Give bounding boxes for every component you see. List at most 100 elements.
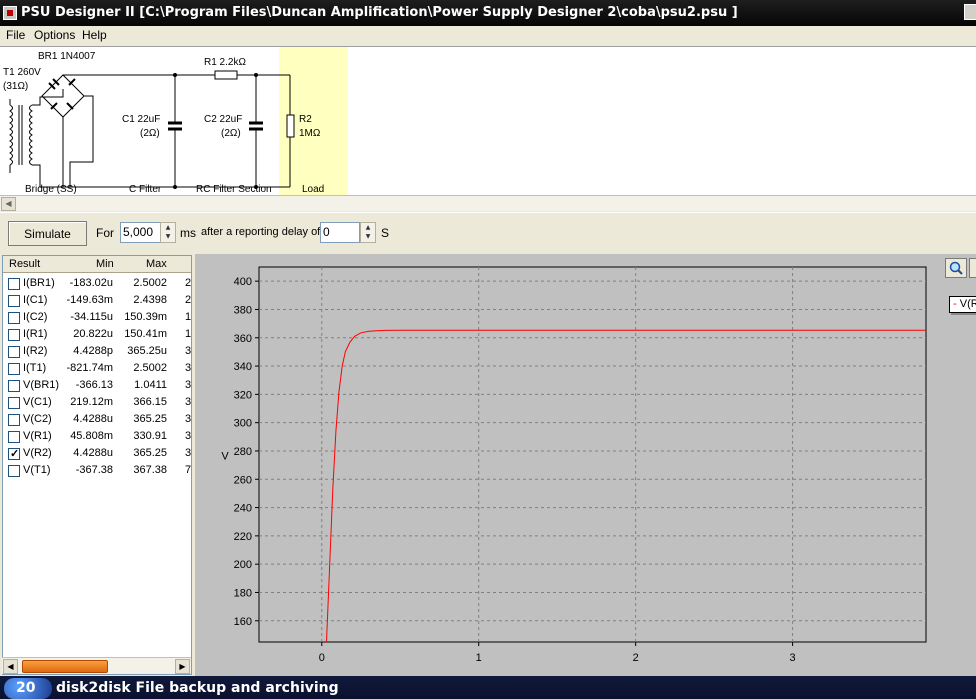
spin-down-icon[interactable]: ▼ [161, 232, 175, 241]
result-name: I(C2) [23, 311, 48, 323]
menu-options[interactable]: Options [34, 28, 75, 42]
result-row[interactable]: I(R2) 4.4288p 365.25u 36 [3, 343, 191, 360]
results-list[interactable]: Result Min Max I(BR1) -183.02u 2.5002 2 I(C1… [2, 255, 192, 675]
result-extra: 3 [185, 447, 192, 459]
result-row[interactable]: V(R1) 45.808m 330.91 3 [3, 428, 192, 445]
y-axis-label: V [221, 451, 229, 463]
window-control-button[interactable] [964, 4, 976, 20]
result-max: 150.41m [124, 328, 167, 340]
y-tick-label: 260 [234, 474, 252, 486]
result-row[interactable]: V(T1) -367.38 367.38 7 [3, 462, 192, 479]
result-checkbox[interactable] [8, 312, 20, 324]
delay-spinner[interactable]: ▲ ▼ [360, 222, 376, 243]
simulation-toolbar: Simulate For 5,000 ▲ ▼ ms after a reporti… [0, 212, 976, 252]
result-min: -149.63m [66, 294, 113, 306]
result-checkbox[interactable] [8, 329, 20, 341]
result-row[interactable]: V(BR1) -366.13 1.0411 3 [3, 377, 192, 394]
result-min: 45.808m [70, 430, 113, 442]
scroll-thumb[interactable] [22, 660, 108, 673]
result-extra: 7 [185, 464, 192, 476]
result-checkbox[interactable] [8, 363, 20, 375]
y-tick-label: 320 [234, 389, 252, 401]
menu-help[interactable]: Help [82, 28, 107, 42]
br1-label: BR1 1N4007 [38, 51, 96, 62]
scroll-right-icon[interactable]: ▶ [175, 659, 190, 674]
result-extra: 3 [185, 413, 192, 425]
results-scrollbar[interactable]: ◀ ▶ [2, 657, 191, 674]
result-checkbox[interactable] [8, 397, 20, 409]
result-name: I(R1) [23, 328, 48, 340]
window-title: PSU Designer II [C:\Program Files\Duncan… [21, 5, 738, 20]
result-row[interactable]: V(C2) 4.4288u 365.25 3 [3, 411, 192, 428]
app-logo[interactable]: 20 [4, 678, 52, 699]
result-checkbox[interactable] [8, 346, 20, 358]
result-row[interactable]: I(BR1) -183.02u 2.5002 2 [3, 275, 191, 292]
result-checkbox[interactable] [8, 431, 20, 443]
app-icon[interactable] [3, 6, 17, 20]
x-tick-label: 2 [633, 652, 639, 664]
r2-value-label: 1MΩ [299, 128, 321, 139]
y-tick-label: 380 [234, 304, 252, 316]
result-row[interactable]: I(T1) -821.74m 2.5002 3 [3, 360, 191, 377]
scroll-left-icon[interactable]: ◀ [3, 659, 18, 674]
result-name: V(T1) [23, 464, 51, 476]
result-max: 1.0411 [134, 379, 167, 391]
x-tick-label: 1 [476, 652, 482, 664]
result-row[interactable]: I(C2) -34.115u 150.39m 15( [3, 309, 191, 326]
taskbar-banner: 20 disk2disk File backup and archiving [0, 676, 976, 699]
result-checkbox[interactable] [8, 295, 20, 307]
section-label-load: Load [302, 184, 325, 195]
header-result[interactable]: Result [9, 258, 40, 270]
delay-input[interactable]: 0 [320, 222, 360, 243]
simulate-button[interactable]: Simulate [8, 221, 87, 246]
magnifier-icon [949, 261, 963, 275]
result-min: 219.12m [70, 396, 113, 408]
result-checkbox[interactable] [8, 414, 20, 426]
title-bar: PSU Designer II [C:\Program Files\Duncan… [0, 0, 976, 26]
chart-panel[interactable]: 160 180 200 220 240 260 280 300 320 340 360 380 400 0… [195, 254, 976, 676]
result-row[interactable]: V(C1) 219.12m 366.15 3 [3, 394, 191, 411]
menu-bar: File Options Help [0, 26, 976, 45]
section-label-rc-filter: RC Filter Section [196, 184, 272, 195]
zoom-button[interactable] [945, 258, 967, 278]
chart-tool-button[interactable] [969, 258, 976, 278]
result-max: 366.15 [133, 396, 167, 408]
spin-down-icon[interactable]: ▼ [361, 232, 375, 241]
duration-spinner[interactable]: ▲ ▼ [160, 222, 176, 243]
banner-text: disk2disk File backup and archiving [56, 680, 339, 696]
legend-swatch: - [953, 298, 957, 310]
spin-up-icon[interactable]: ▲ [161, 223, 175, 232]
result-name: I(C1) [23, 294, 48, 306]
y-tick-label: 220 [234, 531, 252, 543]
result-max: 150.39m [124, 311, 167, 323]
r1-label: R1 2.2kΩ [204, 57, 246, 68]
y-tick-label: 200 [234, 559, 252, 571]
spin-up-icon[interactable]: ▲ [361, 223, 375, 232]
result-row[interactable]: I(R1) 20.822u 150.41m 15( [3, 326, 191, 343]
result-min: 4.4288u [73, 413, 113, 425]
result-checkbox[interactable] [8, 465, 20, 477]
header-max[interactable]: Max [146, 258, 167, 270]
section-label-c-filter: C Filter [129, 184, 162, 195]
result-checkbox[interactable] [8, 380, 20, 392]
result-extra: 3 [185, 430, 192, 442]
scroll-left-icon[interactable]: ◀ [1, 197, 16, 211]
header-min[interactable]: Min [96, 258, 114, 270]
result-checkbox[interactable] [8, 447, 20, 460]
result-checkbox[interactable] [8, 278, 20, 290]
schematic-canvas[interactable]: BR1 1N4007 T1 260V (31Ω) R1 2.2kΩ C1 22u… [0, 46, 976, 196]
duration-input[interactable]: 5,000 [120, 222, 162, 243]
result-name: I(R2) [23, 345, 48, 357]
result-max: 2.4398 [133, 294, 167, 306]
circuit-wires [63, 70, 295, 189]
c1-resistance-label: (2Ω) [140, 128, 160, 139]
result-row[interactable]: V(R2) 4.4288u 365.25 3 [3, 445, 192, 462]
result-min: -366.13 [75, 379, 113, 391]
result-row[interactable]: I(C1) -149.63m 2.4398 2 [3, 292, 191, 309]
result-name: V(R2) [23, 447, 52, 459]
schematic-scrollbar[interactable]: ◀ [0, 195, 976, 211]
duration-unit-label: ms [180, 226, 196, 240]
result-extra: 3 [185, 379, 192, 391]
result-max: 365.25 [133, 413, 167, 425]
menu-file[interactable]: File [6, 28, 25, 42]
